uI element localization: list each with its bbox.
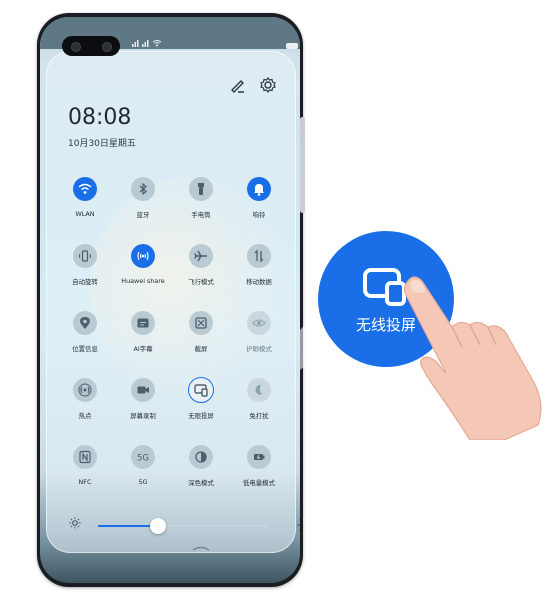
- tile-label: 深色模式: [188, 479, 214, 487]
- tile-label: 护眼模式: [246, 345, 272, 353]
- phone-side-button: [300, 117, 305, 213]
- tile-dark-mode[interactable]: 深色模式: [172, 445, 230, 505]
- 5g-icon: 5G: [131, 445, 155, 469]
- battery-saver-icon: [247, 445, 271, 469]
- tile-label: 响铃: [252, 211, 266, 219]
- tile-label: 免打扰: [249, 412, 269, 420]
- moon-icon: [247, 378, 271, 402]
- clock-time: 08:08: [68, 105, 132, 130]
- tile-screenshot[interactable]: 截屏: [172, 311, 230, 371]
- tapping-hand-icon: [403, 276, 542, 440]
- tile-auto-rotate[interactable]: 自动旋转: [56, 244, 114, 304]
- tile-label: Huawei share: [121, 277, 165, 285]
- front-camera-cutout: [62, 36, 120, 56]
- camera-lens-icon: [102, 42, 112, 52]
- svg-text:5G: 5G: [137, 454, 149, 464]
- tile-label: 低电量模式: [243, 479, 275, 487]
- phone-frame: 08:08 10月30日星期五 WLAN 蓝牙 手电筒 响铃 自动旋转 Huaw…: [37, 13, 303, 587]
- tile-label: 截屏: [194, 345, 208, 353]
- nfc-icon: [73, 445, 97, 469]
- record-icon: [131, 378, 155, 402]
- eye-icon: [247, 311, 271, 335]
- tile-flashlight[interactable]: 手电筒: [172, 177, 230, 237]
- tile-label: 位置信息: [72, 345, 98, 353]
- tile-airplane[interactable]: 飞行模式: [172, 244, 230, 304]
- tile-label: 飞行模式: [188, 278, 214, 286]
- bluetooth-icon: [131, 177, 155, 201]
- tile-power-saving[interactable]: 低电量模式: [230, 445, 288, 505]
- tile-label: 屏幕录制: [130, 412, 156, 420]
- tile-eye-comfort[interactable]: 护眼模式: [230, 311, 288, 371]
- subtitle-icon: [131, 311, 155, 335]
- tile-5g[interactable]: 5G 5G: [114, 445, 172, 505]
- brightness-slider-fill: [98, 525, 158, 527]
- data-icon: [247, 244, 271, 268]
- tile-label: NFC: [78, 478, 92, 486]
- clock-date: 10月30日星期五: [68, 139, 136, 149]
- tile-bluetooth[interactable]: 蓝牙: [114, 177, 172, 237]
- flashlight-icon: [189, 177, 213, 201]
- tile-label: AI字幕: [133, 345, 153, 353]
- tile-label: 热点: [78, 412, 92, 420]
- bell-icon: [247, 177, 271, 201]
- tile-label: WLAN: [75, 210, 95, 218]
- tile-label: 手电筒: [191, 211, 211, 219]
- tile-label: 5G: [138, 478, 148, 486]
- wifi-icon: [73, 177, 97, 201]
- brightness-slider-knob[interactable]: [149, 518, 166, 534]
- hotspot-icon: [73, 378, 97, 402]
- brightness-high-icon: [297, 519, 300, 531]
- location-icon: [73, 311, 97, 335]
- tile-label: 移动数据: [246, 278, 272, 286]
- tile-ai-subtitle[interactable]: AI字幕: [114, 311, 172, 371]
- tile-label: 自动旋转: [72, 278, 98, 286]
- signal-wifi-icons: [132, 39, 168, 49]
- rotate-icon: [73, 244, 97, 268]
- screenshot-icon: [189, 311, 213, 335]
- tile-ring[interactable]: 响铃: [230, 177, 288, 237]
- tile-do-not-disturb[interactable]: 免打扰: [230, 378, 288, 438]
- tile-screen-record[interactable]: 屏幕录制: [114, 378, 172, 438]
- dark-mode-icon: [189, 445, 213, 469]
- camera-lens-icon: [71, 42, 81, 52]
- airplane-icon: [189, 244, 213, 268]
- tile-hotspot[interactable]: 热点: [56, 378, 114, 438]
- signal-icon: [132, 40, 162, 47]
- edit-icon[interactable]: [228, 75, 248, 95]
- tile-nfc[interactable]: NFC: [56, 445, 114, 505]
- panel-collapse-handle-icon[interactable]: [192, 545, 210, 551]
- cast-icon: [187, 376, 214, 403]
- brightness-low-icon: [69, 517, 81, 529]
- gear-icon[interactable]: [258, 75, 278, 95]
- tile-location[interactable]: 位置信息: [56, 311, 114, 371]
- tile-wlan[interactable]: WLAN: [56, 177, 114, 237]
- tile-label: 蓝牙: [136, 211, 150, 219]
- phone-screen: 08:08 10月30日星期五 WLAN 蓝牙 手电筒 响铃 自动旋转 Huaw…: [40, 17, 300, 583]
- share-icon: [131, 244, 155, 268]
- tile-mobile-data[interactable]: 移动数据: [230, 244, 288, 304]
- battery-icon: [286, 43, 298, 49]
- tile-label: 无限投屏: [188, 412, 214, 420]
- tile-wireless-projection[interactable]: 无限投屏: [172, 376, 230, 438]
- tile-huawei-share[interactable]: Huawei share: [114, 244, 172, 304]
